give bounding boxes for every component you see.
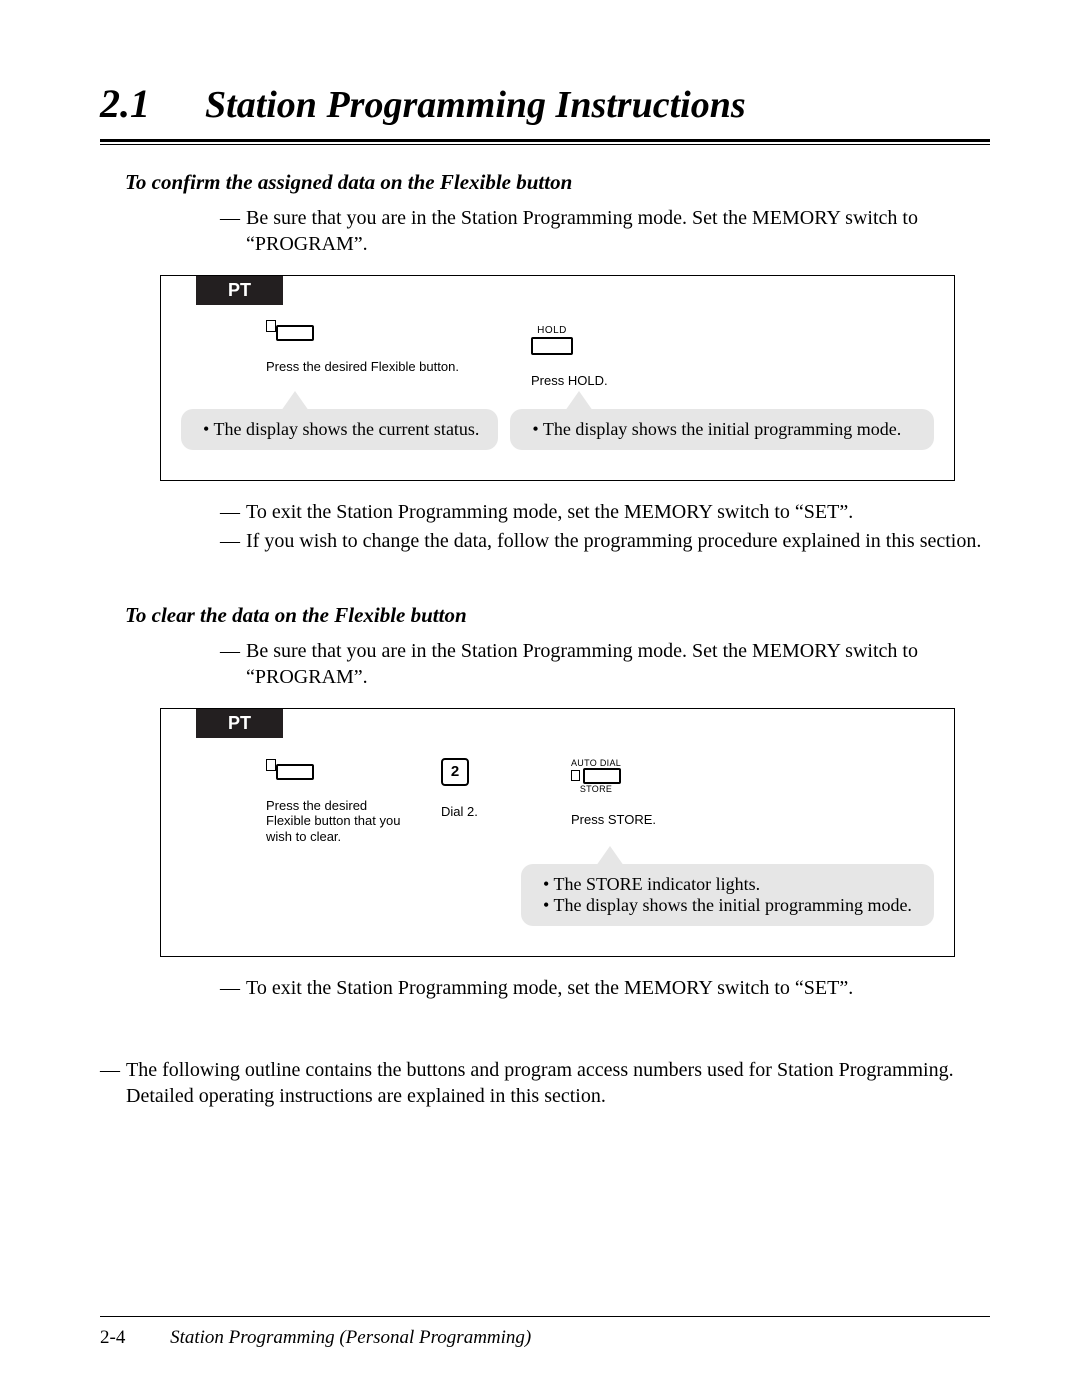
- pt-tab: PT: [196, 709, 283, 738]
- callout-text: The display shows the initial programmin…: [532, 419, 916, 440]
- note-line: — Be sure that you are in the Station Pr…: [220, 638, 990, 690]
- dash: —: [220, 975, 240, 1001]
- note-line: — If you wish to change the data, follow…: [220, 528, 990, 554]
- note-line: — To exit the Station Programming mode, …: [220, 975, 990, 1001]
- page-footer: 2-4 Station Programming (Personal Progra…: [100, 1327, 531, 1349]
- note-text: Be sure that you are in the Station Prog…: [246, 205, 990, 257]
- header-rule: [100, 139, 990, 145]
- callout-text: The display shows the current status.: [203, 419, 480, 440]
- dial-key-icon: 2: [441, 758, 469, 786]
- auto-dial-label: AUTO DIAL: [571, 758, 621, 768]
- callout-text: The display shows the initial programmin…: [543, 895, 916, 916]
- subheading-clear: To clear the data on the Flexible button: [125, 603, 990, 628]
- note-text: To exit the Station Programming mode, se…: [246, 499, 990, 525]
- page-header: 2.1 Station Programming Instructions: [100, 80, 990, 127]
- note-text: Be sure that you are in the Station Prog…: [246, 638, 990, 690]
- dash: —: [220, 499, 240, 525]
- pt-diagram-confirm: PT Press the desired Flexible button. HO…: [160, 275, 955, 481]
- note-line: — To exit the Station Programming mode, …: [220, 499, 990, 525]
- callout-bubble: The display shows the initial programmin…: [510, 409, 934, 450]
- dash: —: [220, 528, 240, 554]
- subheading-confirm: To confirm the assigned data on the Flex…: [125, 170, 990, 195]
- dash: —: [220, 205, 240, 257]
- note-text: To exit the Station Programming mode, se…: [246, 975, 990, 1001]
- section-title: Station Programming Instructions: [205, 83, 746, 127]
- dash: —: [220, 638, 240, 690]
- pt-tab: PT: [196, 276, 283, 305]
- hold-label: HOLD: [537, 325, 567, 336]
- caption: Dial 2.: [441, 804, 478, 820]
- store-label: STORE: [580, 784, 612, 794]
- note-text: If you wish to change the data, follow t…: [246, 528, 990, 554]
- flexible-button-icon: [266, 764, 312, 780]
- pt-diagram-clear: PT Press the desired Flexible button tha…: [160, 708, 955, 958]
- caption: Press the desired Flexible button.: [266, 359, 459, 375]
- callout-text: The STORE indicator lights.: [543, 874, 916, 895]
- caption: Press HOLD.: [531, 373, 608, 389]
- store-button-icon: AUTO DIAL STORE: [571, 758, 621, 794]
- note-line: — Be sure that you are in the Station Pr…: [220, 205, 990, 257]
- outline-note: — The following outline contains the but…: [100, 1057, 990, 1109]
- flexible-button-icon: [266, 325, 312, 341]
- hold-button-icon: HOLD: [531, 325, 573, 355]
- caption: Press STORE.: [571, 812, 656, 828]
- dash: —: [100, 1057, 120, 1109]
- section-number: 2.1: [100, 80, 150, 127]
- page-number: 2-4: [100, 1327, 125, 1348]
- callout-bubble: The STORE indicator lights. The display …: [521, 864, 934, 926]
- caption: Press the desired Flexible button that y…: [266, 798, 406, 845]
- footer-chapter: Station Programming (Personal Programmin…: [170, 1327, 531, 1348]
- note-text: The following outline contains the butto…: [126, 1057, 990, 1109]
- callout-bubble: The display shows the current status.: [181, 409, 498, 450]
- footer-rule: [100, 1316, 990, 1317]
